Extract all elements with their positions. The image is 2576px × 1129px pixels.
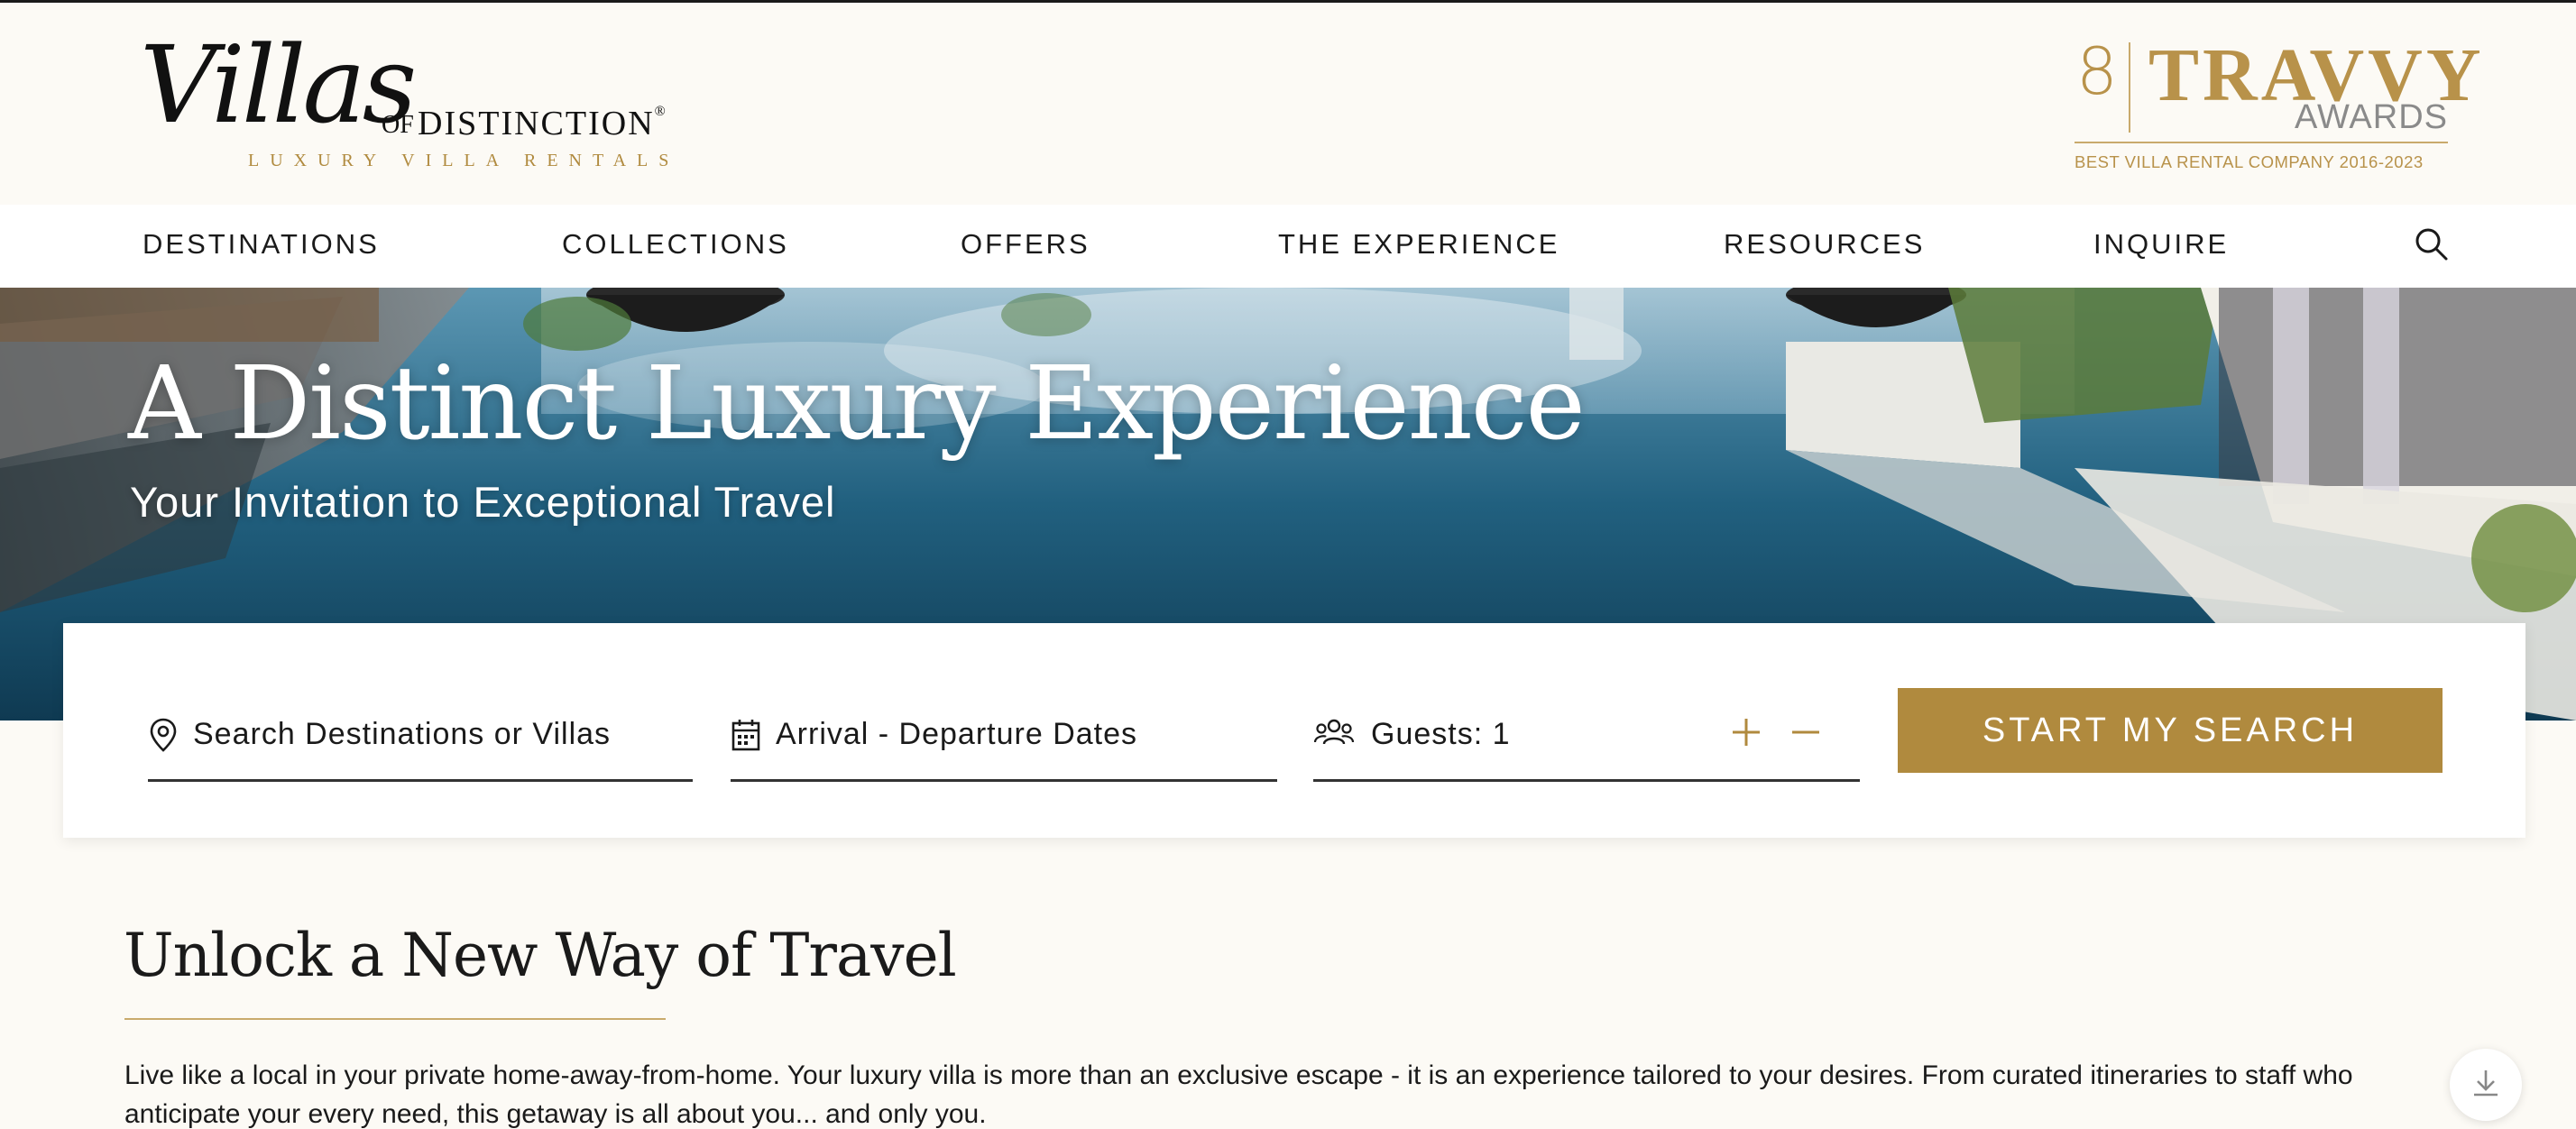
calendar-icon [731, 717, 761, 753]
dates-input[interactable]: Arrival - Departure Dates [776, 717, 1137, 752]
award-awards-label: AWARDS [2295, 98, 2448, 136]
site-header: Villas OF DISTINCTION® LUXURY VILLA RENT… [0, 3, 2576, 203]
logo-of-text: OF [382, 111, 414, 139]
map-pin-icon [148, 717, 179, 753]
nav-item-offers[interactable]: OFFERS [961, 228, 1090, 261]
nav-item-destinations[interactable]: DESTINATIONS [143, 228, 380, 261]
award-subtitle: BEST VILLA RENTAL COMPANY 2016-2023 [2075, 152, 2424, 171]
destination-search-input[interactable]: Search Destinations or Villas [193, 717, 611, 752]
intro-heading: Unlock a New Way of Travel [124, 921, 957, 990]
download-button[interactable] [2450, 1049, 2522, 1121]
intro-divider [124, 1018, 666, 1020]
logo-distinction-text: DISTINCTION® [418, 104, 667, 142]
search-icon[interactable] [2414, 226, 2450, 262]
travvy-award-badge: 8 TRAVVY AWARDS BEST VILLA RENTAL COMPAN… [2073, 33, 2481, 179]
guests-count: Guests: 1 [1371, 717, 1511, 751]
guests-field: Guests: 1 [1313, 713, 1860, 782]
main-nav: DESTINATIONS COLLECTIONS OFFERS THE EXPE… [0, 205, 2576, 288]
award-divider [2129, 42, 2130, 133]
guests-decrement-button[interactable] [1788, 713, 1824, 753]
start-search-button[interactable]: START MY SEARCH [1898, 688, 2443, 773]
award-count: 8 [2076, 33, 2118, 109]
nav-item-inquire[interactable]: INQUIRE [2093, 228, 2229, 261]
nav-item-resources[interactable]: RESOURCES [1724, 228, 1925, 261]
award-rule [2075, 142, 2448, 143]
logo-villas-text: Villas [140, 23, 417, 147]
hero-title: A Distinct Luxury Experience [128, 345, 1586, 463]
dates-field[interactable]: Arrival - Departure Dates [731, 713, 1277, 782]
nav-item-collections[interactable]: COLLECTIONS [562, 228, 789, 261]
intro-body: Live like a local in your private home-a… [124, 1060, 2353, 1129]
logo-tagline: LUXURY VILLA RENTALS [248, 151, 680, 170]
search-panel: Search Destinations or Villas Arrival - … [63, 623, 2525, 838]
download-icon [2470, 1067, 2502, 1104]
destination-search-field[interactable]: Search Destinations or Villas [148, 713, 693, 782]
hero-subtitle: Your Invitation to Exceptional Travel [130, 478, 836, 526]
guests-icon [1313, 717, 1355, 753]
nav-item-the-experience[interactable]: THE EXPERIENCE [1278, 228, 1559, 261]
logo[interactable]: Villas OF DISTINCTION® LUXURY VILLA RENT… [140, 23, 699, 179]
guests-increment-button[interactable] [1728, 713, 1764, 753]
